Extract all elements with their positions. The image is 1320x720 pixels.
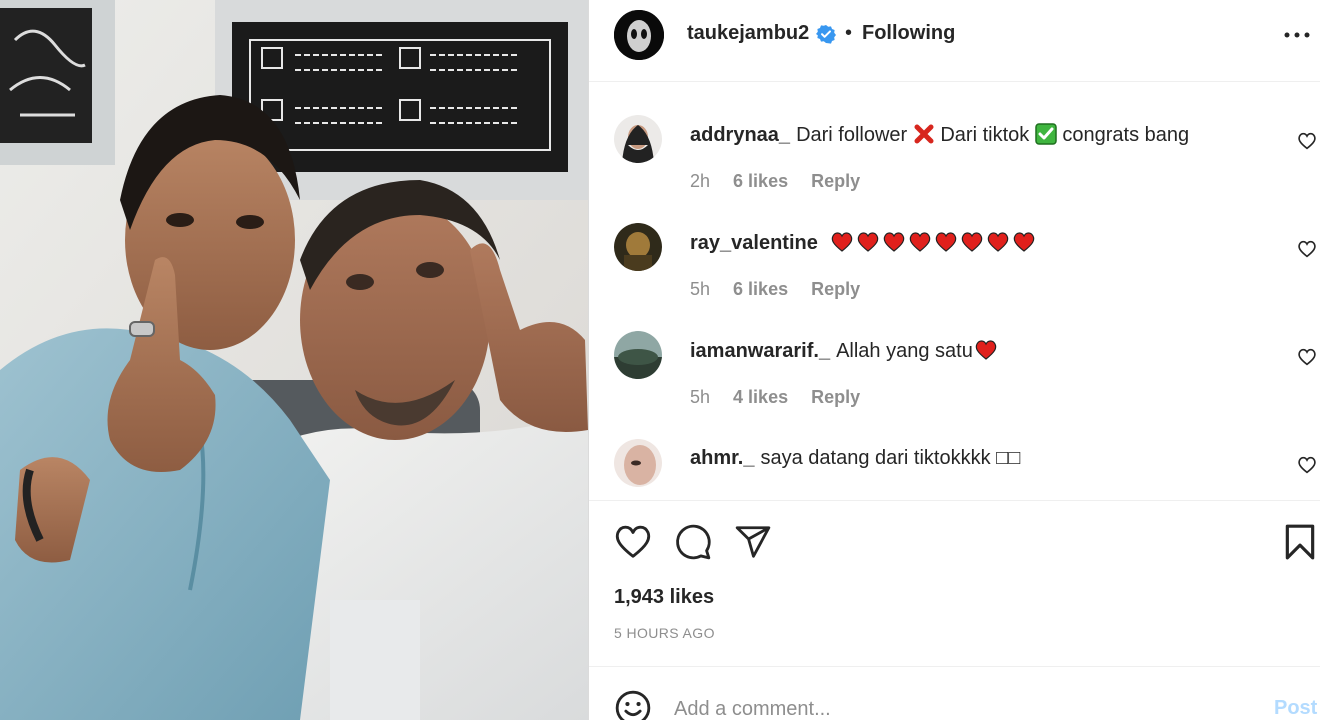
comment-text: iamanwararif._ Allah yang satu [690, 339, 999, 363]
share-paper-plane-icon[interactable] [734, 523, 772, 561]
following-button[interactable]: Following [862, 22, 955, 45]
commenter-avatar-image [614, 439, 662, 487]
comment-text: ray_valentine [690, 231, 1037, 255]
comment-likes[interactable]: 6 likes [733, 279, 788, 299]
post-header: taukejambu2 • Following [589, 0, 1320, 82]
commenter-avatar[interactable] [614, 439, 662, 487]
comment-like-heart-icon[interactable] [1297, 348, 1317, 366]
post-photo-image [0, 0, 588, 720]
comment-item: iamanwararif._ Allah yang satu 5h 4 likes… [589, 331, 1320, 439]
commenter-avatar[interactable] [614, 223, 662, 271]
post-actions: 1,943 likes 5 HOURS AGO [589, 500, 1320, 666]
red-heart-emoji-icon [858, 232, 879, 252]
post-comment-button[interactable]: Post [1274, 697, 1317, 720]
likes-count[interactable]: 1,943 likes [614, 586, 714, 609]
commenter-avatar-image [614, 115, 662, 163]
comment-body: Dari follower [796, 124, 908, 146]
comment-time: 5h [690, 387, 711, 407]
comment-meta: 2h 6 likes Reply [690, 171, 878, 192]
red-heart-emoji-icon [936, 232, 957, 252]
author-avatar[interactable] [614, 10, 664, 60]
comment-like-heart-icon[interactable] [1297, 132, 1317, 150]
comment-text: addrynaa_ Dari follower Dari tiktok congr… [690, 123, 1189, 147]
post-detail-panel: taukejambu2 • Following addrynaa_Dari f [588, 0, 1320, 720]
comment-bubble-icon[interactable] [674, 523, 712, 561]
comment-username[interactable]: ray_valentine [690, 232, 818, 254]
reply-button[interactable]: Reply [811, 171, 860, 191]
verified-badge-icon [816, 25, 836, 44]
comment-body: Allah yang satu [836, 340, 973, 362]
reply-button[interactable]: Reply [811, 279, 860, 299]
red-heart-emoji-icon [1014, 232, 1035, 252]
add-comment-input[interactable] [674, 695, 1234, 720]
red-heart-emoji-icon [910, 232, 931, 252]
more-options-icon[interactable] [1282, 26, 1312, 44]
post-photo [0, 0, 588, 720]
commenter-avatar-image [614, 223, 662, 271]
commenter-avatar[interactable] [614, 331, 662, 379]
heart-emoji-row [829, 232, 1037, 254]
comment-meta: 5h 6 likes Reply [690, 279, 878, 300]
comment-username[interactable]: ahmr._ [690, 447, 754, 469]
add-comment-bar: Post [589, 666, 1320, 720]
comment-username[interactable]: iamanwararif._ [690, 340, 830, 362]
comment-body: Dari tiktok [940, 124, 1030, 146]
comment-item: ahmr._ saya datang dari tiktokkkk □□ [589, 439, 1320, 500]
red-heart-emoji-icon [988, 232, 1009, 252]
save-bookmark-icon[interactable] [1281, 523, 1319, 561]
comment-body: congrats bang [1062, 124, 1190, 146]
commenter-avatar[interactable] [614, 115, 662, 163]
emoji-smiley-icon[interactable] [614, 689, 652, 720]
like-heart-icon[interactable] [614, 523, 652, 561]
comment-body: saya datang dari tiktokkkk □□ [760, 447, 1021, 469]
follow-separator: • [845, 22, 853, 44]
comment-text: ahmr._ saya datang dari tiktokkkk □□ [690, 447, 1020, 470]
comment-like-heart-icon[interactable] [1297, 456, 1317, 474]
comment-like-heart-icon[interactable] [1297, 240, 1317, 258]
comment-likes[interactable]: 6 likes [733, 171, 788, 191]
red-heart-emoji-icon [832, 232, 853, 252]
comment-item: addrynaa_ Dari follower Dari tiktok congr… [589, 115, 1320, 223]
author-avatar-image [614, 10, 664, 60]
reply-button[interactable]: Reply [811, 387, 860, 407]
red-heart-emoji-icon [884, 232, 905, 252]
red-heart-emoji-icon [962, 232, 983, 252]
comment-time: 5h [690, 279, 711, 299]
comment-time: 2h [690, 171, 711, 191]
comment-item: ray_valentine 5h 6 likes Reply [589, 223, 1320, 331]
comment-meta: 5h 4 likes Reply [690, 387, 878, 408]
author-username[interactable]: taukejambu2 [687, 22, 809, 45]
comment-likes[interactable]: 4 likes [733, 387, 788, 407]
cross-mark-emoji-icon [914, 124, 934, 144]
red-heart-emoji-icon [975, 340, 997, 360]
comment-username[interactable]: addrynaa_ [690, 124, 790, 146]
commenter-avatar-image [614, 331, 662, 379]
comments-list[interactable]: addrynaa_ Dari follower Dari tiktok congr… [589, 82, 1320, 500]
check-mark-emoji-icon [1035, 123, 1057, 145]
post-timestamp: 5 HOURS AGO [614, 625, 715, 641]
